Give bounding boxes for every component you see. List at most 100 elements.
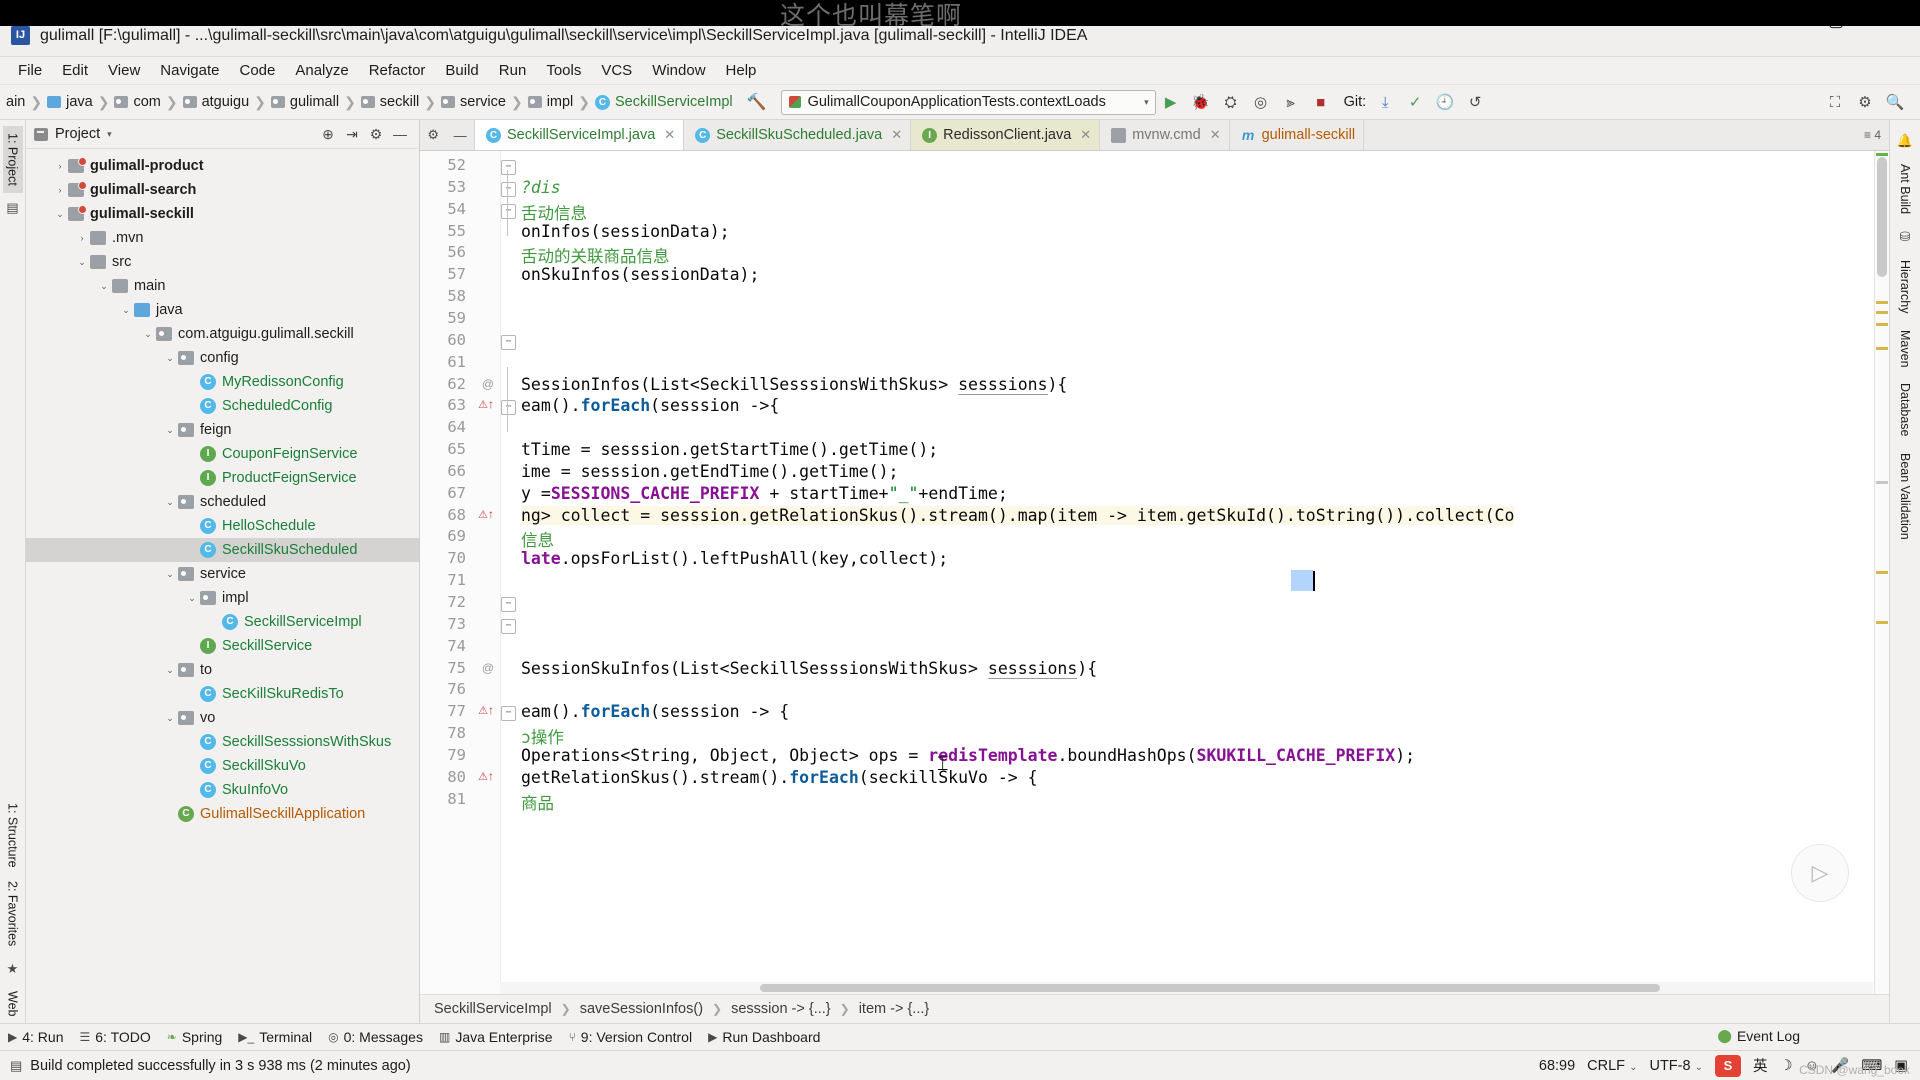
tree-expand-arrow[interactable]: ⌄ [162,569,178,580]
tree-expand-arrow[interactable]: ⌄ [162,665,178,676]
tab-gulimall-seckill[interactable]: m gulimall-seckill [1229,120,1365,150]
gutter-warning-icon[interactable]: ⚠↑ [478,769,494,783]
sogou-icon[interactable]: S [1714,1054,1741,1077]
tree-node[interactable]: ›CSkuInfoVo [26,778,419,802]
tree-node[interactable]: ⌄ config [26,346,419,370]
tree-expand-arrow[interactable]: › [74,233,90,243]
tree-expand-arrow[interactable]: ⌄ [140,329,156,340]
sidebar-item-bean-validation[interactable]: Bean Validation [1895,445,1915,548]
tree-node[interactable]: ›CHelloSchedule [26,514,419,538]
star-icon[interactable]: ★ [7,961,19,977]
tree-node[interactable]: ›CSeckillServiceImpl [26,610,419,634]
hscrollbar-thumb[interactable] [760,984,1660,992]
chevron-down-icon[interactable]: ▾ [107,129,112,140]
tree-expand-arrow[interactable]: ⌄ [184,593,200,604]
menu-navigate[interactable]: Navigate [150,59,229,82]
code-fold-toggle[interactable]: − [501,597,516,612]
toolwindow-todo[interactable]: ☰ 6: TODO [79,1029,150,1045]
nav-crumb-atguigu[interactable]: atguigu [202,94,250,110]
code-fold-toggle[interactable]: − [501,160,516,175]
tree-node[interactable]: ⌄ main [26,274,419,298]
breadcrumb-lambda-1[interactable]: sesssion -> {...} [731,1001,831,1017]
run-icon[interactable]: ▶ [1156,89,1186,115]
commander-icon[interactable]: ▤ [6,200,18,216]
close-icon[interactable]: ✕ [1080,127,1091,143]
scrollbar-thumb[interactable] [1877,157,1887,277]
tree-expand-arrow[interactable]: ⌄ [118,305,134,316]
settings-gear-icon[interactable]: ⚙ [427,127,439,143]
sidebar-item-maven[interactable]: Maven [1895,322,1915,376]
update-project-icon[interactable]: ⤓ [1370,89,1400,115]
sidebar-item-favorites[interactable]: 2: Favorites [3,874,23,953]
event-log-button[interactable]: ⬤ Event Log [1717,1028,1800,1044]
sidebar-item-ant-build[interactable]: Ant Build [1895,156,1915,222]
tree-node[interactable]: ⌄ java [26,298,419,322]
toolwindow-spring[interactable]: ❧ Spring [167,1029,223,1045]
tree-node[interactable]: ›CSeckillSkuScheduled [26,538,419,562]
code-fold-toggle[interactable]: − [501,400,516,416]
profile-icon[interactable]: ◎ [1246,89,1276,115]
tree-node[interactable]: ⌄ scheduled [26,490,419,514]
caret-position[interactable]: 68:99 [1539,1058,1575,1074]
menu-window[interactable]: Window [642,59,715,82]
tree-expand-arrow[interactable]: ⌄ [52,209,68,220]
toolwindow-run[interactable]: ▶ 4: Run [8,1029,63,1045]
nav-crumb-java[interactable]: java [66,94,93,110]
sidebar-item-hierarchy[interactable]: Hierarchy [1895,252,1915,322]
nav-crumb-service[interactable]: service [460,94,506,110]
tree-node[interactable]: ⌄ to [26,658,419,682]
file-encoding[interactable]: UTF-8 ⌄ [1649,1058,1703,1074]
toolwindow-run-dashboard[interactable]: ▶ Run Dashboard [708,1029,820,1045]
nav-crumb-com[interactable]: com [133,94,160,110]
menu-analyze[interactable]: Analyze [285,59,358,82]
tree-expand-arrow[interactable]: ⌄ [162,353,178,364]
code-fold-toggle[interactable]: − [501,181,516,197]
tree-node[interactable]: ›CScheduledConfig [26,394,419,418]
menu-vcs[interactable]: VCS [591,59,642,82]
tree-node[interactable]: ›CMyRedissonConfig [26,370,419,394]
breadcrumb-lambda-2[interactable]: item -> {...} [859,1001,930,1017]
breadcrumb-class[interactable]: SeckillServiceImpl [434,1001,552,1017]
nav-crumb-impl[interactable]: impl [547,94,574,110]
gutter-annotation-icon[interactable]: @ [482,377,494,391]
code-editor[interactable]: 52 53 54 55 56 57 58 59 60 61 62 @63 ⚠↑ 64 65 66 67 68 ⚠↑ 6… [420,151,1889,994]
tree-node[interactable]: ⌄ service [26,562,419,586]
toolwindow-messages[interactable]: ◎ 0: Messages [328,1029,423,1045]
tree-node[interactable]: ⌄ com.atguigu.gulimall.seckill [26,322,419,346]
menu-run[interactable]: Run [489,59,537,82]
tree-node[interactable]: ›CSeckillSesssionsWithSkus [26,730,419,754]
settings-gear-icon[interactable]: ⚙ [364,123,388,145]
tree-node[interactable]: ›ICouponFeignService [26,442,419,466]
toolwindow-java-enterprise[interactable]: ▥ Java Enterprise [439,1029,553,1045]
horizontal-scrollbar[interactable] [500,982,1873,994]
tab-redissonclient[interactable]: I RedissonClient.java ✕ [911,120,1101,150]
menu-code[interactable]: Code [229,59,285,82]
breadcrumb-method[interactable]: saveSessionInfos() [580,1001,703,1017]
tree-expand-arrow[interactable]: ⌄ [162,713,178,724]
stop-icon[interactable]: ■ [1306,89,1336,115]
attach-process-icon[interactable]: ⫸ [1276,89,1306,115]
tree-node[interactable]: › .mvn [26,226,419,250]
close-icon[interactable]: ✕ [664,127,675,143]
tree-node[interactable]: ›IProductFeignService [26,466,419,490]
notifications-icon[interactable]: 🔔 [1897,133,1913,149]
tree-node[interactable]: ›CSeckillSkuVo [26,754,419,778]
sidebar-item-structure[interactable]: 1: Structure [3,796,23,875]
tree-expand-arrow[interactable]: › [52,185,68,195]
collapse-all-icon[interactable]: ⇥ [340,123,364,145]
hide-icon[interactable]: — [388,123,412,145]
menu-help[interactable]: Help [716,59,767,82]
sidebar-item-project[interactable]: 1: Project [2,126,23,193]
toolwindow-version-control[interactable]: ⑂ 9: Version Control [569,1029,693,1045]
settings-gear-icon[interactable]: ⚙ [1850,89,1880,115]
tree-node[interactable]: › gulimall-product [26,154,419,178]
tree-node[interactable]: ⌄ feign [26,418,419,442]
run-configuration-selector[interactable]: GulimallCouponApplicationTests.contextLo… [780,89,1156,115]
tree-node[interactable]: ⌄ src [26,250,419,274]
tree-expand-arrow[interactable]: ⌄ [74,257,90,268]
tab-seckillskuscheduled[interactable]: C SeckillSkuScheduled.java ✕ [684,120,912,150]
menu-tools[interactable]: Tools [536,59,591,82]
gutter-warning-icon[interactable]: ⚠↑ [478,703,494,717]
tree-node[interactable]: ⌄ gulimall-seckill [26,202,419,226]
tree-expand-arrow[interactable]: ⌄ [162,497,178,508]
